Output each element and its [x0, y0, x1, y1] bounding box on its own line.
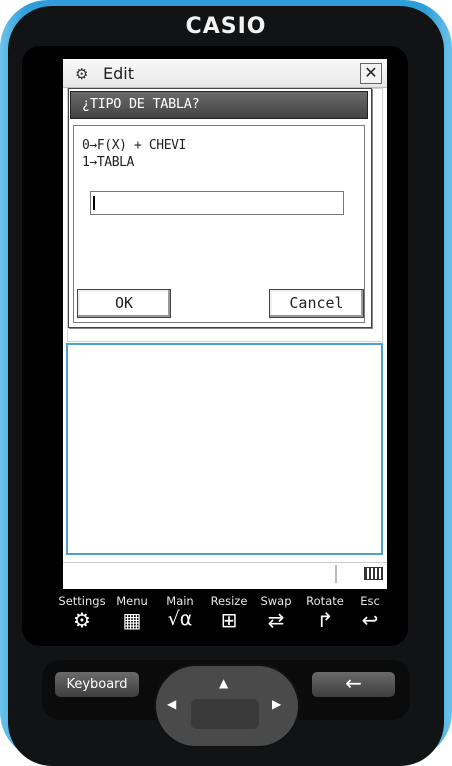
lower-panel[interactable] — [66, 343, 383, 555]
up-arrow-icon[interactable]: ▲ — [219, 676, 228, 690]
cancel-button[interactable]: Cancel — [269, 289, 364, 318]
brand-logo: CASIO — [185, 14, 267, 39]
dpad-center[interactable] — [191, 699, 259, 729]
status-bar — [63, 562, 387, 588]
icon-label-main: Main — [166, 594, 194, 608]
dialog-message-line-2: 1→TABLA — [82, 155, 134, 170]
app-title: Edit — [103, 64, 134, 83]
text-cursor — [93, 196, 95, 210]
close-icon[interactable]: ✕ — [360, 63, 382, 84]
battery-icon — [364, 567, 383, 580]
swap-icon[interactable]: ⇄ — [248, 608, 304, 632]
back-arrow-icon[interactable]: ← — [312, 672, 395, 697]
icon-label-esc: Esc — [360, 594, 380, 608]
icon-label-settings: Settings — [58, 594, 106, 608]
dialog-title: ¿TIPO DE TABLA? — [82, 96, 200, 112]
left-arrow-icon[interactable]: ◀ — [167, 697, 176, 711]
settings-icon[interactable]: ⚙ — [54, 608, 110, 632]
esc-icon[interactable]: ↩ — [342, 608, 398, 632]
keyboard-button[interactable]: Keyboard — [55, 672, 139, 697]
gear-icon[interactable]: ⚙ — [75, 65, 88, 83]
right-arrow-icon[interactable]: ▶ — [272, 697, 281, 711]
status-separator — [335, 565, 337, 583]
dialog-input-field[interactable] — [90, 191, 344, 215]
main-sqrt-alpha-icon[interactable]: √α — [152, 608, 208, 630]
ok-button[interactable]: OK — [77, 289, 171, 318]
dialog-message-line-1: 0→F(X) + CHEVI — [82, 138, 186, 153]
icon-label-swap: Swap — [260, 594, 292, 608]
